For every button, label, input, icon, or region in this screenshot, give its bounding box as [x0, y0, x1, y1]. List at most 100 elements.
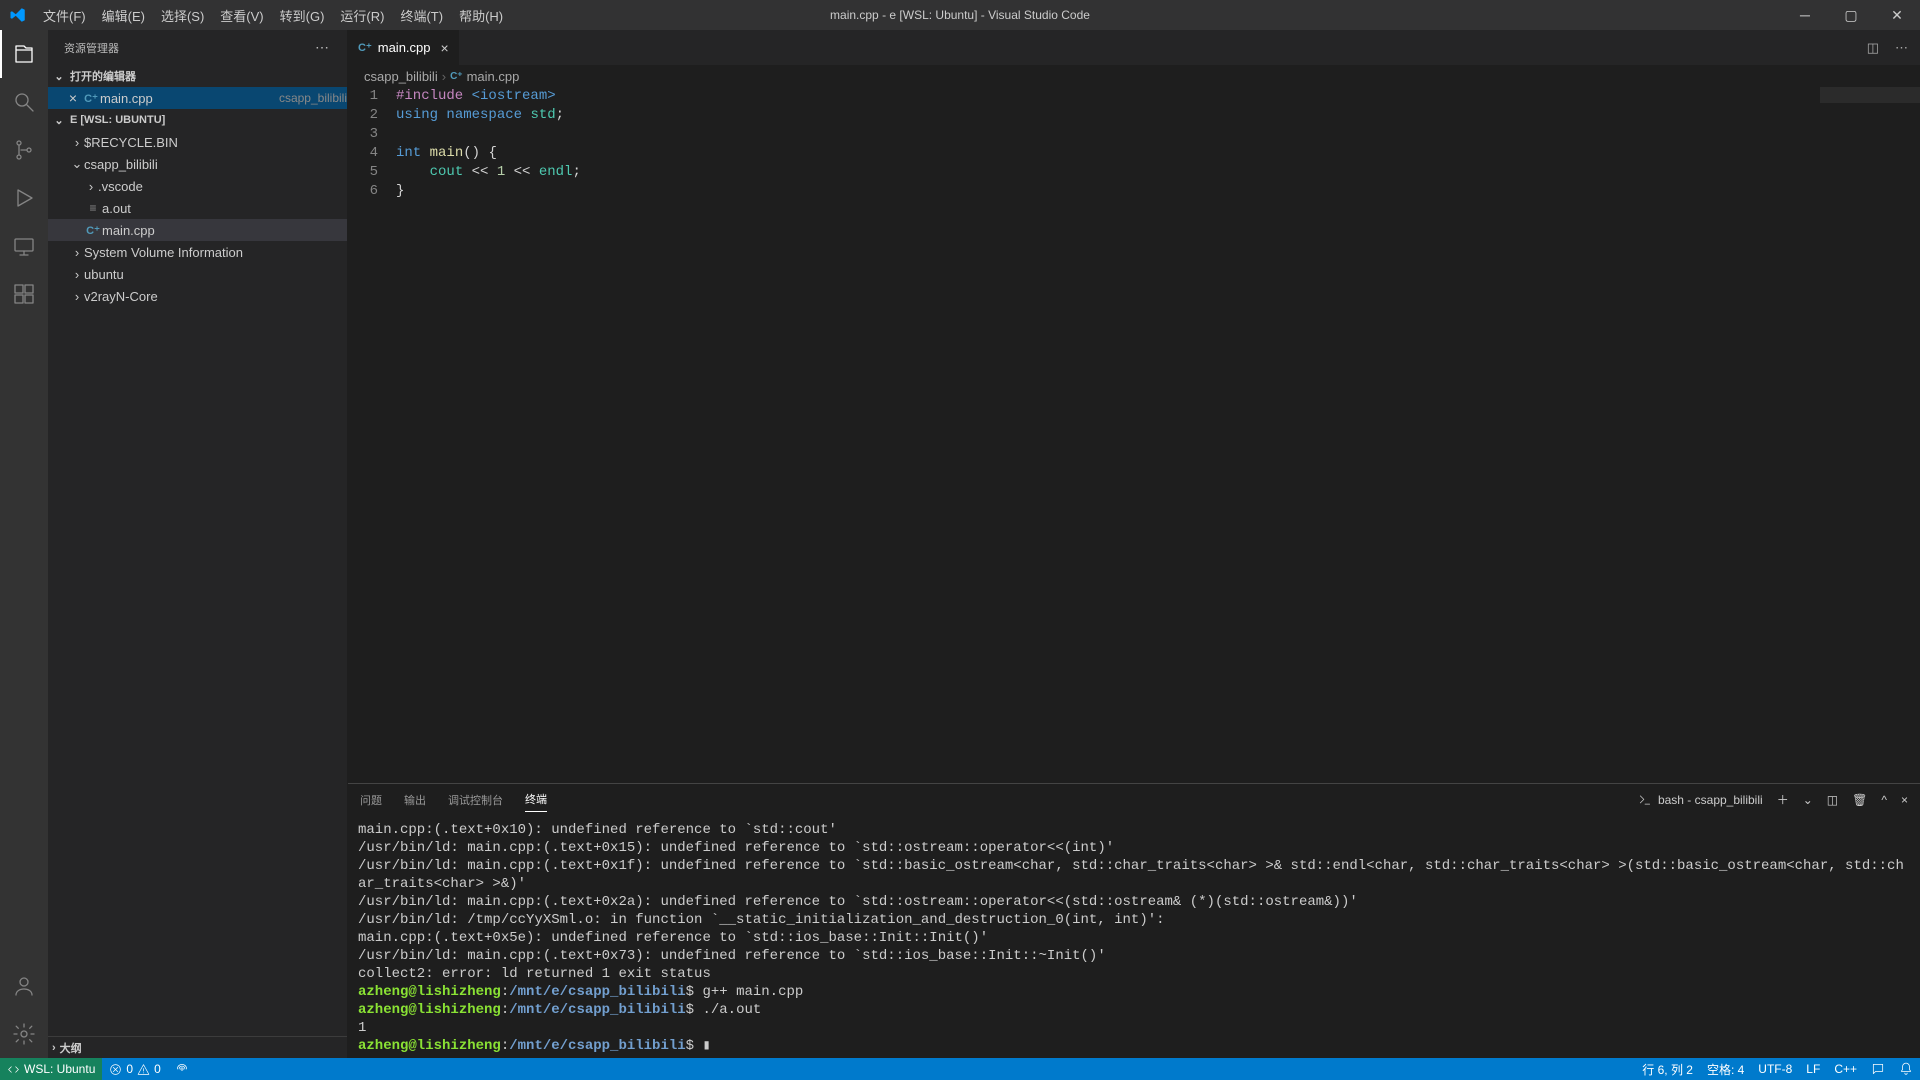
breadcrumb-file[interactable]: main.cpp — [467, 69, 520, 84]
menu-item[interactable]: 编辑(E) — [94, 0, 153, 30]
maximize-panel-icon[interactable]: ^ — [1881, 789, 1887, 811]
activity-settings-icon[interactable] — [0, 1010, 48, 1058]
workspace-label: E [WSL: UBUNTU] — [70, 114, 165, 126]
chevron-icon: ⌄ — [70, 156, 84, 172]
open-editor-name: main.cpp — [100, 91, 273, 106]
status-encoding[interactable]: UTF-8 — [1751, 1058, 1799, 1080]
sidebar-title: 资源管理器 — [64, 40, 119, 56]
chevron-icon: › — [70, 135, 84, 150]
activity-run-debug-icon[interactable] — [0, 174, 48, 222]
new-terminal-icon[interactable]: ＋ — [1777, 787, 1789, 812]
sidebar-more-icon[interactable]: ⋯ — [315, 39, 331, 56]
file-tree-item[interactable]: ⌄csapp_bilibili — [48, 153, 347, 175]
cpp-file-icon: C⁺ — [358, 41, 372, 54]
title-bar: 文件(F)编辑(E)选择(S)查看(V)转到(G)运行(R)终端(T)帮助(H)… — [0, 0, 1920, 30]
file-name: .vscode — [98, 179, 347, 194]
chevron-icon: › — [70, 267, 84, 282]
terminal-label: bash - csapp_bilibili — [1658, 793, 1763, 807]
menu-item[interactable]: 查看(V) — [212, 0, 271, 30]
file-tree-item[interactable]: ≡a.out — [48, 197, 347, 219]
file-tree-item[interactable]: ›System Volume Information — [48, 241, 347, 263]
remote-label: WSL: Ubuntu — [24, 1062, 95, 1076]
chevron-icon: › — [84, 179, 98, 194]
terminal-panel: 问题输出调试控制台终端 bash - csapp_bilibili ＋ ⌄ ◫ … — [348, 783, 1920, 1058]
activity-source-control-icon[interactable] — [0, 126, 48, 174]
close-panel-icon[interactable]: × — [1901, 789, 1908, 811]
tab-label: main.cpp — [378, 40, 431, 55]
remote-indicator[interactable]: WSL: Ubuntu — [0, 1058, 102, 1080]
status-eol[interactable]: LF — [1799, 1058, 1827, 1080]
kill-terminal-icon[interactable]: 🗑 — [1852, 789, 1867, 811]
menu-item[interactable]: 文件(F) — [35, 0, 94, 30]
workspace-header[interactable]: ⌄ E [WSL: UBUNTU] — [48, 109, 347, 131]
window-maximize-icon[interactable]: ▢ — [1828, 0, 1874, 30]
panel-tab[interactable]: 输出 — [404, 788, 426, 812]
editor-tabs: C⁺ main.cpp × ◫ ⋯ — [348, 30, 1920, 65]
file-tree-item[interactable]: ›$RECYCLE.BIN — [48, 131, 347, 153]
menu-item[interactable]: 运行(R) — [332, 0, 392, 30]
split-terminal-icon[interactable]: ◫ — [1827, 789, 1838, 811]
file-icon: ≡ — [84, 201, 102, 215]
panel-tab[interactable]: 问题 — [360, 788, 382, 812]
activity-search-icon[interactable] — [0, 78, 48, 126]
open-editors-header[interactable]: ⌄ 打开的编辑器 — [48, 65, 347, 87]
breadcrumb[interactable]: csapp_bilibili › C⁺ main.cpp — [348, 65, 1920, 87]
terminal-output[interactable]: main.cpp:(.text+0x10): undefined referen… — [348, 815, 1920, 1058]
cpp-file-icon: C⁺ — [450, 71, 463, 82]
window-title: main.cpp - e [WSL: Ubuntu] - Visual Stud… — [830, 8, 1090, 22]
open-editors-label: 打开的编辑器 — [70, 68, 136, 84]
open-editor-item[interactable]: × C⁺ main.cpp csapp_bilibili — [48, 87, 347, 109]
activity-explorer-icon[interactable] — [0, 30, 48, 78]
file-tree-item[interactable]: ›ubuntu — [48, 263, 347, 285]
menu-item[interactable]: 帮助(H) — [451, 0, 511, 30]
file-tree-item[interactable]: ›.vscode — [48, 175, 347, 197]
file-tree-item[interactable]: C⁺main.cpp — [48, 219, 347, 241]
activity-account-icon[interactable] — [0, 962, 48, 1010]
chevron-icon: › — [70, 245, 84, 260]
activity-extensions-icon[interactable] — [0, 270, 48, 318]
file-name: a.out — [102, 201, 347, 216]
status-feedback-icon[interactable] — [1864, 1058, 1892, 1080]
menu-item[interactable]: 选择(S) — [153, 0, 212, 30]
cpp-file-icon: C⁺ — [82, 89, 100, 107]
activity-remote-explorer-icon[interactable] — [0, 222, 48, 270]
terminal-selector[interactable]: bash - csapp_bilibili — [1638, 789, 1763, 811]
file-tree-item[interactable]: ›v2rayN-Core — [48, 285, 347, 307]
status-cursor-position[interactable]: 行 6, 列 2 — [1635, 1058, 1700, 1080]
more-actions-icon[interactable]: ⋯ — [1895, 40, 1908, 56]
file-name: ubuntu — [84, 267, 347, 282]
outline-header[interactable]: › 大纲 — [48, 1036, 347, 1058]
status-bar: WSL: Ubuntu 0 0 行 6, 列 2 空格: 4 UTF-8 LF … — [0, 1058, 1920, 1080]
status-indentation[interactable]: 空格: 4 — [1700, 1058, 1751, 1080]
outline-label: 大纲 — [60, 1040, 82, 1056]
breadcrumb-folder[interactable]: csapp_bilibili — [364, 69, 438, 84]
file-name: main.cpp — [102, 223, 347, 238]
cpp-file-icon: C⁺ — [84, 221, 102, 239]
tab-close-icon[interactable]: × — [441, 40, 449, 56]
window-minimize-icon[interactable]: ─ — [1782, 0, 1828, 30]
terminal-dropdown-icon[interactable]: ⌄ — [1803, 789, 1813, 811]
status-notifications-icon[interactable] — [1892, 1058, 1920, 1080]
panel-tab[interactable]: 终端 — [525, 787, 547, 812]
editor-tab[interactable]: C⁺ main.cpp × — [348, 30, 460, 65]
activity-bar — [0, 30, 48, 1058]
menu-item[interactable]: 终端(T) — [392, 0, 451, 30]
code-editor[interactable]: 123456 #include <iostream>using namespac… — [348, 87, 1920, 783]
menu-item[interactable]: 转到(G) — [272, 0, 333, 30]
open-editor-desc: csapp_bilibili — [279, 91, 347, 105]
chevron-icon: › — [70, 289, 84, 304]
panel-tab[interactable]: 调试控制台 — [448, 788, 503, 812]
close-icon[interactable]: × — [64, 90, 82, 106]
warning-count: 0 — [154, 1062, 161, 1076]
file-name: System Volume Information — [84, 245, 347, 260]
status-ports[interactable] — [168, 1058, 196, 1080]
chevron-down-icon: ⌄ — [52, 114, 66, 127]
error-count: 0 — [126, 1062, 133, 1076]
chevron-right-icon: › — [52, 1042, 56, 1054]
status-language[interactable]: C++ — [1827, 1058, 1864, 1080]
status-problems[interactable]: 0 0 — [102, 1058, 167, 1080]
split-editor-icon[interactable]: ◫ — [1867, 40, 1879, 56]
file-name: v2rayN-Core — [84, 289, 347, 304]
window-close-icon[interactable]: ✕ — [1874, 0, 1920, 30]
minimap[interactable] — [1820, 87, 1920, 783]
